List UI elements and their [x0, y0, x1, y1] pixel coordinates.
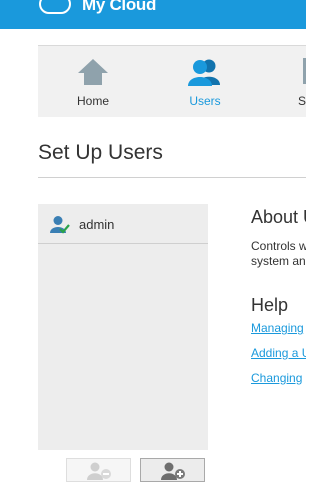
user-name: admin: [79, 217, 115, 232]
trademark-mark: ™: [151, 0, 156, 4]
settings-icon: [303, 58, 306, 84]
remove-user-button[interactable]: [66, 458, 131, 482]
app-page: My Cloud ™ Home Users S Set Up Users adm…: [0, 0, 306, 500]
about-heading: About U: [251, 207, 306, 227]
brand-name: My Cloud: [82, 0, 157, 14]
nav-item-settings[interactable]: S: [262, 46, 306, 118]
user-list-panel: admin: [38, 204, 208, 450]
home-icon: [78, 59, 108, 85]
page-title: Set Up Users: [38, 141, 163, 164]
nav-item-users[interactable]: Users: [150, 46, 260, 118]
nav-label-home: Home: [76, 94, 109, 108]
remove-user-icon: [87, 462, 111, 480]
help-link-adding[interactable]: Adding a U: [251, 346, 306, 360]
top-header: My Cloud ™: [0, 0, 306, 29]
about-description: Controls w system an: [251, 239, 306, 269]
about-line-2: system an: [251, 254, 306, 268]
nav-label-settings: S: [298, 94, 306, 108]
main-nav: Home Users S: [38, 45, 306, 117]
help-heading: Help: [251, 295, 289, 315]
users-icon: [188, 59, 220, 86]
admin-user-icon: [50, 216, 70, 234]
cloud-logo-icon: [39, 0, 71, 14]
title-divider: [38, 177, 306, 178]
add-user-icon: [161, 462, 185, 480]
about-line-1: Controls w: [251, 239, 306, 253]
help-link-changing[interactable]: Changing: [251, 371, 302, 385]
nav-label-users: Users: [189, 94, 221, 108]
help-link-managing[interactable]: Managing: [251, 321, 304, 335]
nav-item-home[interactable]: Home: [38, 46, 148, 118]
user-list-item[interactable]: admin: [38, 204, 208, 244]
add-user-button[interactable]: [140, 458, 205, 482]
